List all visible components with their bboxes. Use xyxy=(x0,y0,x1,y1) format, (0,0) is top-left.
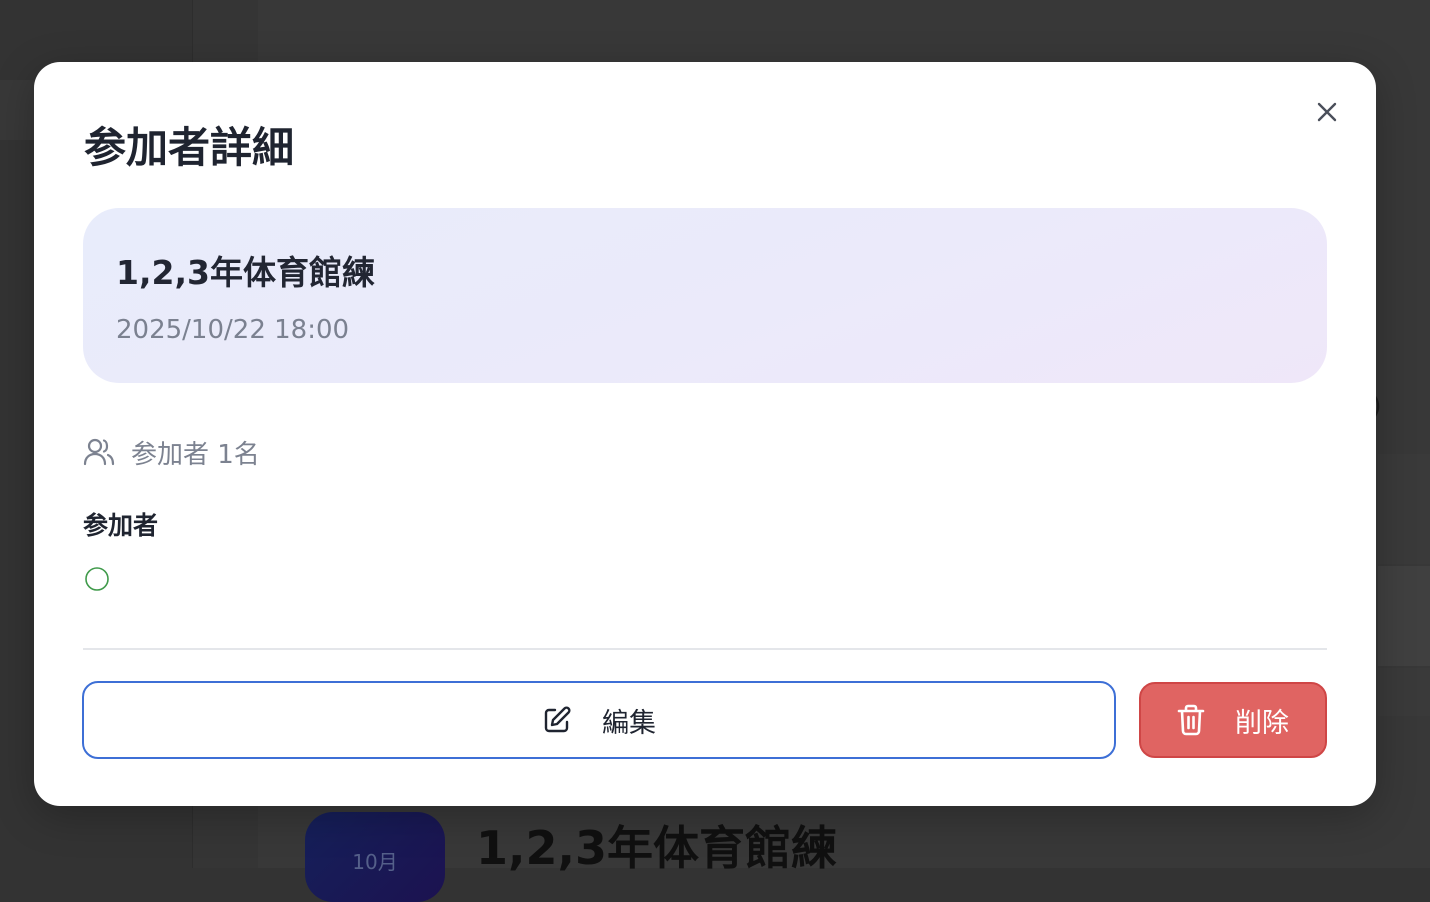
background-event-title: 1,2,3年体育館練 xyxy=(476,821,837,875)
background-date-badge-month: 10月 xyxy=(352,850,398,874)
edit-button[interactable]: 編集 xyxy=(82,681,1116,759)
participant-detail-modal: 参加者詳細 1,2,3年体育館練 2025/10/22 18:00 参加者 1名… xyxy=(34,62,1376,806)
delete-button[interactable]: 削除 xyxy=(1139,682,1327,758)
users-icon xyxy=(83,437,115,467)
close-icon xyxy=(1315,100,1339,124)
modal-title: 参加者詳細 xyxy=(84,123,295,172)
circle-attending-icon xyxy=(84,566,110,592)
participants-section-label: 参加者 xyxy=(83,511,159,540)
participant-list-item xyxy=(84,566,110,592)
participant-count-row: 参加者 1名 xyxy=(83,434,260,470)
background-card xyxy=(1378,566,1430,666)
background-date-badge: 10月 xyxy=(305,812,445,902)
event-datetime: 2025/10/22 18:00 xyxy=(116,315,350,345)
participant-count-text: 参加者 1名 xyxy=(131,439,260,470)
divider xyxy=(83,648,1327,650)
close-button[interactable] xyxy=(1311,96,1343,128)
edit-button-label: 編集 xyxy=(602,707,656,739)
event-title: 1,2,3年体育館練 xyxy=(116,253,375,292)
edit-icon xyxy=(542,705,572,735)
background-card xyxy=(1378,668,1430,716)
delete-button-label: 削除 xyxy=(1235,707,1289,739)
trash-icon xyxy=(1177,704,1205,736)
event-summary-card: 1,2,3年体育館練 2025/10/22 18:00 xyxy=(83,208,1327,383)
background-card xyxy=(1378,454,1430,564)
